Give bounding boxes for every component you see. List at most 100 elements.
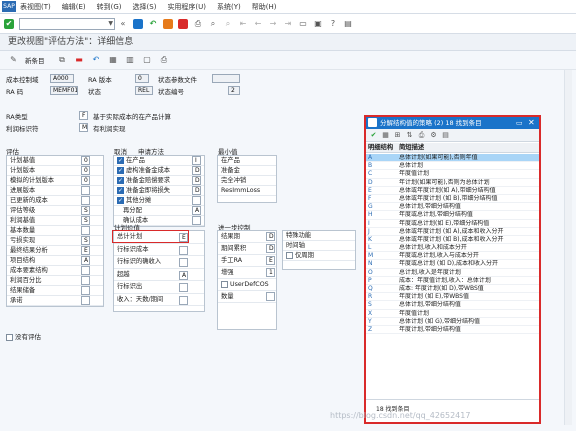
cancel-apply-field[interactable]: D: [192, 186, 201, 195]
first-page-icon[interactable]: ⇤: [238, 19, 248, 29]
popup-list-item[interactable]: S 总体计划,带细分结构值: [366, 301, 539, 310]
popup-list-item[interactable]: Z 年度计划,带细分结构值: [366, 326, 539, 335]
valuation-field[interactable]: S: [81, 216, 90, 225]
valuation-field[interactable]: [81, 186, 90, 195]
save-icon[interactable]: [133, 18, 143, 29]
valuation-field[interactable]: [81, 276, 90, 285]
valuation-field[interactable]: S: [81, 236, 90, 245]
back-arrow-icon[interactable]: ↶: [148, 19, 158, 29]
popup-list-item[interactable]: A 总体计划(如果可能),否则年值: [366, 154, 539, 163]
minimize-icon[interactable]: ▭: [516, 117, 523, 129]
filter-icon[interactable]: ⊞: [393, 131, 402, 140]
popup-list-item[interactable]: G 总体计划,带细分结构值: [366, 203, 539, 212]
profit-indicator-field[interactable]: M: [79, 123, 88, 132]
ok-icon[interactable]: ✔: [369, 131, 378, 140]
menu-item-select[interactable]: 选择(S): [133, 2, 157, 12]
valuation-field[interactable]: [81, 266, 90, 275]
column-header-breakdown[interactable]: 明细结构: [368, 143, 393, 153]
settings-icon[interactable]: ⚙: [429, 131, 438, 140]
popup-list-item[interactable]: Y 总体计划 (如 G),带细分结构值: [366, 318, 539, 326]
popup-list-item[interactable]: M 年度或总计划,收入与成本分开: [366, 252, 539, 261]
cancel-apply-field[interactable]: [192, 196, 201, 205]
menu-item-utilities[interactable]: 实用程序(U): [167, 2, 206, 12]
new-entries-button[interactable]: 新条目: [25, 55, 45, 65]
valuation-field[interactable]: [81, 286, 90, 295]
menu-item-goto[interactable]: 转到(G): [97, 2, 122, 12]
select-all-icon[interactable]: ▦: [108, 55, 119, 65]
cancel-apply-field[interactable]: [192, 216, 201, 225]
menu-item-help[interactable]: 帮助(H): [252, 2, 277, 12]
last-page-icon[interactable]: ⇥: [283, 19, 293, 29]
period-only-row[interactable]: 仅周期: [283, 251, 355, 261]
checkbox-icon[interactable]: [117, 166, 124, 175]
plan-value-field[interactable]: [179, 283, 188, 292]
further-control-field[interactable]: D: [266, 232, 275, 241]
popup-list-item[interactable]: K 总体或年度计划 (如 B),成本和收入分开: [366, 236, 539, 245]
find-icon[interactable]: ⌕: [208, 19, 218, 29]
further-control-field[interactable]: D: [266, 244, 275, 253]
no-valuation-checkbox[interactable]: 没有评估: [6, 331, 41, 341]
prev-page-icon[interactable]: ←: [253, 19, 263, 29]
popup-list-item[interactable]: N 年度或总计划 (如 D),成本和收入分开: [366, 260, 539, 269]
valuation-field[interactable]: [81, 296, 90, 305]
find-next-icon[interactable]: ⌕: [223, 19, 233, 29]
further-control-field[interactable]: E: [266, 256, 275, 265]
popup-list-item[interactable]: C 年度值计划: [366, 170, 539, 179]
popup-list-item[interactable]: O 总计划,收入是年度计划: [366, 269, 539, 277]
print-icon[interactable]: ⎙: [193, 19, 203, 29]
enter-icon[interactable]: ✔: [4, 18, 14, 29]
cancel-icon[interactable]: [178, 18, 188, 29]
display-change-icon[interactable]: ✎: [8, 55, 19, 65]
ra-type-field[interactable]: F: [79, 111, 88, 120]
help-icon[interactable]: ?: [328, 19, 338, 29]
menu-item-table-view[interactable]: 表视图(T): [20, 2, 51, 12]
plan-value-field[interactable]: [179, 245, 188, 255]
cancel-apply-field[interactable]: D: [192, 166, 201, 175]
valuation-field[interactable]: S: [81, 206, 90, 215]
valuation-field[interactable]: [81, 226, 90, 235]
valuation-field[interactable]: 0: [81, 176, 90, 185]
new-session-icon[interactable]: ▭: [298, 19, 308, 29]
checkbox-icon[interactable]: [117, 196, 124, 205]
refresh-icon[interactable]: ▦: [381, 131, 390, 140]
layout-icon[interactable]: ▤: [441, 131, 450, 140]
print-icon[interactable]: ⎙: [417, 131, 426, 140]
column-header-description[interactable]: 简短描述: [399, 143, 424, 153]
cancel-apply-field[interactable]: A: [192, 206, 201, 215]
chevron-down-icon[interactable]: ▼: [108, 20, 113, 27]
shortcut-icon[interactable]: ▣: [313, 19, 323, 29]
cancel-apply-field[interactable]: I: [192, 156, 201, 165]
deselect-icon[interactable]: ▢: [142, 55, 153, 65]
copy-icon[interactable]: ⧉: [57, 55, 68, 65]
popup-list-item[interactable]: B 总体计划: [366, 162, 539, 171]
exit-icon[interactable]: [163, 18, 173, 29]
popup-list-item[interactable]: R 年度计划 (如 E),带WBS值: [366, 293, 539, 302]
valuation-field[interactable]: A: [81, 256, 90, 265]
valuation-field[interactable]: E: [81, 246, 90, 255]
checkbox-icon[interactable]: [117, 156, 124, 165]
popup-list-item[interactable]: I 年度或总计划(如 E),带细分结构值: [366, 220, 539, 228]
cancel-apply-field[interactable]: D: [192, 176, 201, 185]
undo-icon[interactable]: ↶: [91, 55, 102, 65]
back-icon[interactable]: «: [118, 19, 128, 29]
next-page-icon[interactable]: →: [268, 19, 278, 29]
plan-value-field[interactable]: A: [179, 270, 188, 280]
vertical-scrollbar[interactable]: [564, 70, 572, 425]
menu-item-system[interactable]: 系统(Y): [217, 2, 241, 12]
print-list-icon[interactable]: ⎙: [159, 55, 170, 65]
popup-list-item[interactable]: F 总体或年度计划 (如 B),带细分结构值: [366, 195, 539, 204]
popup-list-item[interactable]: P 成本：年度值计划,收入：总体计划: [366, 277, 539, 285]
checkbox-icon[interactable]: [6, 333, 13, 341]
layout-icon[interactable]: ▤: [343, 19, 353, 29]
popup-list-item[interactable]: Q 成本: 年度计划(如 D),带WBS值: [366, 285, 539, 294]
checkbox-icon[interactable]: [286, 251, 293, 259]
menu-item-edit[interactable]: 编辑(E): [62, 2, 86, 12]
plan-value-field[interactable]: [179, 295, 188, 305]
further-control-field[interactable]: [266, 292, 275, 301]
sort-icon[interactable]: ⇅: [405, 131, 414, 140]
checkbox-icon[interactable]: [117, 186, 124, 195]
popup-list-item[interactable]: L 总体计划,收入和成本分开: [366, 244, 539, 253]
valuation-field[interactable]: [81, 196, 90, 205]
popup-list-item[interactable]: H 年度或总计划,带细分结构值: [366, 211, 539, 220]
select-block-icon[interactable]: ▥: [125, 55, 136, 65]
